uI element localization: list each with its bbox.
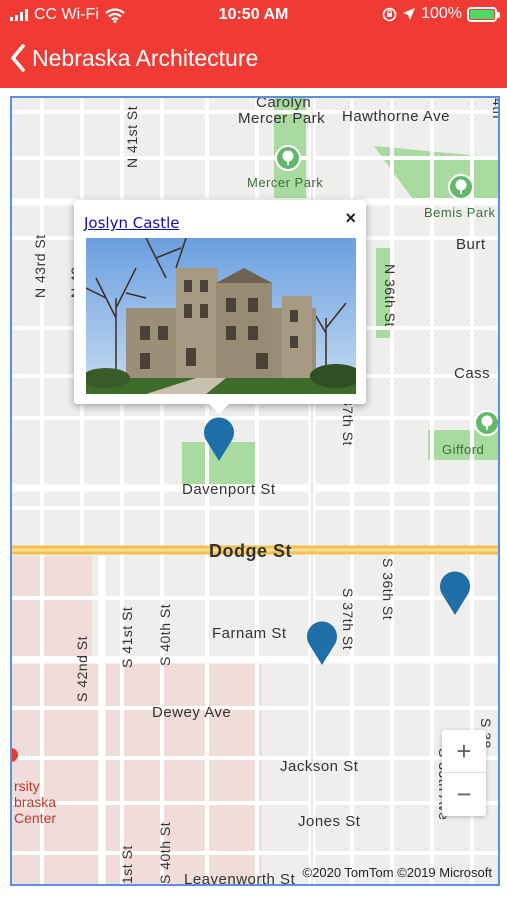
info-popup: Joslyn Castle ×: [74, 200, 366, 414]
chevron-left-icon: [11, 44, 25, 72]
street-label: Davenport St: [182, 481, 276, 498]
park-label: Gifford: [442, 442, 485, 457]
battery-icon: [467, 6, 500, 22]
street-label: Jones St: [298, 813, 361, 830]
back-button[interactable]: Nebraska Architecture: [0, 36, 258, 80]
street-label: S 37th St: [340, 588, 356, 651]
park-label: Mercer Park: [247, 175, 324, 190]
street-label: N 36th St: [382, 264, 398, 327]
street-label: Hawthorne Ave: [342, 108, 450, 125]
map-view[interactable]: Carolyn Mercer Park Hawthorne Ave Mercer…: [10, 96, 500, 886]
page-title: Nebraska Architecture: [32, 44, 259, 71]
zoom-control: + −: [442, 730, 486, 816]
street-label: N 41st St: [124, 105, 140, 168]
nav-bar: Nebraska Architecture: [0, 36, 507, 80]
campus-label: braska: [14, 794, 57, 810]
street-label: S 40th St: [157, 821, 173, 884]
popup-title-link[interactable]: Joslyn Castle: [84, 214, 180, 232]
castle-photo: [86, 238, 356, 394]
tree-icon: [275, 145, 301, 171]
tree-icon: [448, 174, 474, 200]
street-label: Jackson St: [280, 758, 359, 775]
park-label: Bemis Park: [424, 205, 496, 220]
street-label: 1st St: [119, 845, 135, 884]
street-label: 4th: [490, 98, 500, 119]
campus-label: Center: [14, 810, 57, 826]
location-arrow-icon: [403, 8, 416, 20]
street-label: Cass: [454, 365, 491, 382]
map-pin-joslyn-castle[interactable]: [203, 416, 235, 462]
status-bar: CC Wi-Fi 10:50 AM 100%: [0, 0, 507, 30]
app-header: CC Wi-Fi 10:50 AM 100% Nebraska Architec…: [0, 0, 507, 88]
street-label: Dewey Ave: [152, 704, 232, 721]
campus-label: rsity: [14, 778, 40, 794]
map-attribution: ©2020 TomTom ©2019 Microsoft: [302, 865, 492, 880]
status-right: 100%: [382, 5, 500, 23]
tree-icon: [474, 410, 498, 436]
street-label: S 42nd St: [74, 636, 90, 702]
zoom-in-button[interactable]: +: [442, 730, 486, 773]
street-label: S 41st St: [119, 606, 135, 668]
street-label: S 36th St: [380, 558, 396, 621]
street-label: Leavenworth St: [184, 871, 296, 886]
street-label: Mercer Park: [238, 110, 326, 127]
map-pin[interactable]: [439, 570, 471, 616]
close-icon[interactable]: ×: [345, 208, 356, 229]
battery-percent: 100%: [421, 5, 462, 22]
map-pin[interactable]: [306, 620, 338, 666]
street-label: Farnam St: [212, 625, 287, 642]
street-label: 37th St: [340, 398, 356, 446]
zoom-out-button[interactable]: −: [442, 773, 486, 816]
street-label: Carolyn: [256, 96, 312, 111]
street-label: Dodge St: [209, 541, 292, 561]
street-label: S 40th St: [157, 603, 173, 666]
street-label: N 43rd St: [32, 234, 48, 298]
street-label: Burt: [456, 236, 486, 253]
orientation-lock-icon: [382, 7, 397, 21]
